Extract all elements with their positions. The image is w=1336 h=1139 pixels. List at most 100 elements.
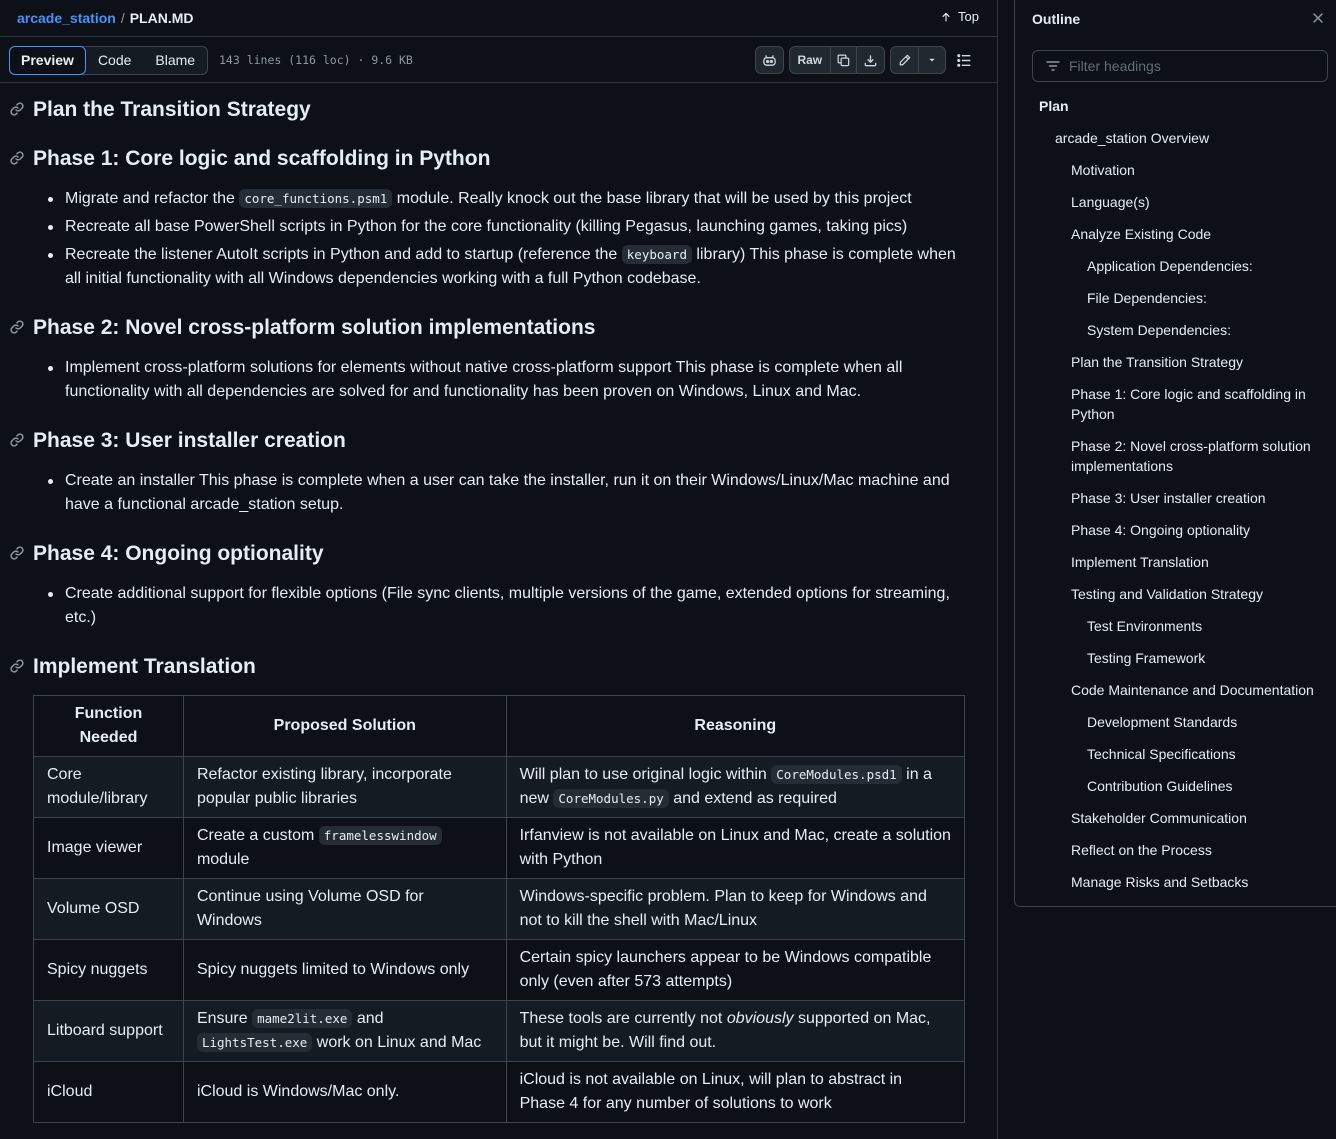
outline-item[interactable]: Phase 3: User installer creation [1071, 488, 1321, 508]
copy-button[interactable] [831, 47, 858, 73]
list-item: Implement cross-platform solutions for e… [48, 356, 960, 404]
phase-3-list: Create an installer This phase is comple… [48, 469, 960, 521]
inline-code: keyboard [621, 245, 692, 264]
table-cell: Image viewer [33, 817, 184, 879]
inline-code: core_functions.psm1 [239, 189, 393, 208]
link-icon[interactable] [9, 658, 25, 674]
cell-text: These tools are currently not [519, 1010, 727, 1027]
outline-item[interactable]: Code Maintenance and Documentation [1071, 680, 1321, 700]
heading-phase-1: Phase 1: Core logic and scaffolding in P… [33, 147, 491, 170]
file-viewer: arcade_station / PLAN.MD Top Preview Cod… [0, 0, 998, 1139]
outline-item[interactable]: Development Standards [1087, 712, 1237, 732]
outline-item[interactable]: Reflect on the Process [1071, 840, 1321, 860]
outline-item[interactable]: File Dependencies: [1087, 288, 1207, 308]
breadcrumb-file-name: PLAN.MD [129, 10, 194, 26]
file-info: 143 lines (116 loc) · 9.6 KB [219, 53, 413, 67]
outline-item[interactable]: Stakeholder Communication [1071, 808, 1321, 828]
link-icon[interactable] [9, 432, 25, 448]
link-icon[interactable] [9, 150, 25, 166]
cell-text: Will plan to use original logic within [519, 766, 772, 783]
outline-item[interactable]: Application Dependencies: [1087, 256, 1253, 276]
cell-text: Ensure [196, 1010, 253, 1027]
cell-text: and [352, 1010, 384, 1027]
heading-transition-strategy: Plan the Transition Strategy [33, 98, 311, 121]
outline-item[interactable]: Language(s) [1071, 192, 1321, 212]
raw-copy-download-group: Raw [789, 46, 885, 74]
table-cell: Irfanview is not available on Linux and … [505, 817, 966, 879]
copy-icon [837, 54, 850, 66]
cell-text: work on Linux and Mac [312, 1034, 482, 1051]
table-row: Image viewer Create a custom framelesswi… [33, 817, 966, 879]
phase-4-list: Create additional support for flexible o… [48, 582, 960, 634]
copilot-icon [763, 54, 776, 66]
outline-item[interactable]: Testing and Validation Strategy [1071, 584, 1321, 604]
table-row: Litboard support Ensure mame2lit.exe and… [33, 1000, 966, 1062]
outline-toggle-button[interactable] [956, 52, 976, 70]
outline-item[interactable]: Technical Specifications [1087, 744, 1236, 764]
filter-headings-input[interactable] [1069, 58, 1309, 74]
heading-phase-3: Phase 3: User installer creation [33, 429, 346, 452]
top-button[interactable]: Top [940, 9, 979, 24]
pencil-icon [899, 53, 911, 65]
outline-item[interactable]: Implement Translation [1071, 552, 1321, 572]
table-cell: These tools are currently not obviously … [505, 1000, 966, 1062]
download-button[interactable] [857, 47, 884, 73]
outline-item[interactable]: Phase 1: Core logic and scaffolding in P… [1071, 384, 1321, 424]
heading-phase-2: Phase 2: Novel cross-platform solution i… [33, 316, 596, 339]
link-icon[interactable] [9, 545, 25, 561]
copilot-button[interactable] [755, 46, 784, 74]
link-icon[interactable] [9, 319, 25, 335]
outline-item[interactable]: Test Environments [1087, 616, 1202, 636]
edit-button[interactable] [891, 47, 920, 73]
tab-blame[interactable]: Blame [143, 47, 207, 74]
tab-code[interactable]: Code [86, 47, 143, 74]
outline-item[interactable]: Phase 4: Ongoing optionality [1071, 520, 1321, 540]
table-row: Spicy nuggets Spicy nuggets limited to W… [33, 939, 966, 1001]
raw-button[interactable]: Raw [790, 47, 831, 73]
list-item-text: module. Really knock out the base librar… [392, 190, 912, 207]
table-cell: Core module/library [33, 756, 184, 818]
outline-item[interactable]: Manage Risks and Setbacks [1071, 872, 1321, 892]
table-cell: iCloud is not available on Linux, will p… [505, 1061, 966, 1123]
table-cell: Certain spicy launchers appear to be Win… [505, 939, 966, 1001]
cell-text: module [196, 851, 250, 868]
outline-item[interactable]: Testing Framework [1087, 648, 1205, 668]
table-row: iCloud iCloud is Windows/Mac only. iClou… [33, 1061, 966, 1123]
heading-implement-translation: Implement Translation [33, 655, 256, 678]
inline-code: LightsTest.exe [196, 1033, 313, 1052]
tab-preview[interactable]: Preview [9, 46, 86, 75]
top-button-label: Top [958, 9, 979, 24]
outline-item[interactable]: Phase 2: Novel cross-platform solution i… [1071, 436, 1321, 476]
breadcrumb-repo-link[interactable]: arcade_station [17, 10, 116, 26]
outline-item[interactable]: Motivation [1071, 160, 1321, 180]
outline-item[interactable]: Plan the Transition Strategy [1071, 352, 1321, 372]
edit-dropdown-button[interactable] [919, 47, 945, 73]
phase-1-list: Migrate and refactor the core_functions.… [48, 187, 960, 295]
view-mode-tabs: Preview Code Blame [9, 46, 209, 75]
phase-2-list: Implement cross-platform solutions for e… [48, 356, 960, 408]
download-icon [864, 54, 877, 66]
outline-item[interactable]: System Dependencies: [1087, 320, 1231, 340]
breadcrumb-separator: / [120, 10, 125, 26]
table-cell: iCloud [33, 1061, 184, 1123]
list-item: Migrate and refactor the core_functions.… [48, 187, 960, 211]
list-unordered-icon [957, 54, 971, 67]
outline-panel: Outline Plan arcade_station Overview Motiv… [1014, 0, 1336, 907]
outline-item[interactable]: Contribution Guidelines [1087, 776, 1233, 796]
table-row: Volume OSD Continue using Volume OSD for… [33, 878, 966, 940]
inline-code: mame2lit.exe [252, 1009, 353, 1028]
outline-item[interactable]: arcade_station Overview [1055, 128, 1209, 148]
cell-text: Create a custom [196, 827, 319, 844]
list-item: Create an installer This phase is comple… [48, 469, 960, 517]
list-item: Recreate all base PowerShell scripts in … [48, 215, 960, 239]
list-item-text: Migrate and refactor the [65, 190, 240, 207]
list-item: Recreate the listener AutoIt scripts in … [48, 243, 960, 291]
link-icon[interactable] [9, 101, 25, 117]
arrow-up-icon [942, 12, 950, 21]
table-row: Core module/library Refactor existing li… [33, 756, 966, 818]
outline-item[interactable]: Analyze Existing Code [1071, 224, 1321, 244]
close-icon[interactable] [1310, 10, 1326, 26]
translation-table: Function Needed Proposed Solution Reason… [33, 695, 966, 1123]
outline-item[interactable]: Plan [1039, 96, 1069, 116]
table-cell: Windows-specific problem. Plan to keep f… [505, 878, 966, 940]
